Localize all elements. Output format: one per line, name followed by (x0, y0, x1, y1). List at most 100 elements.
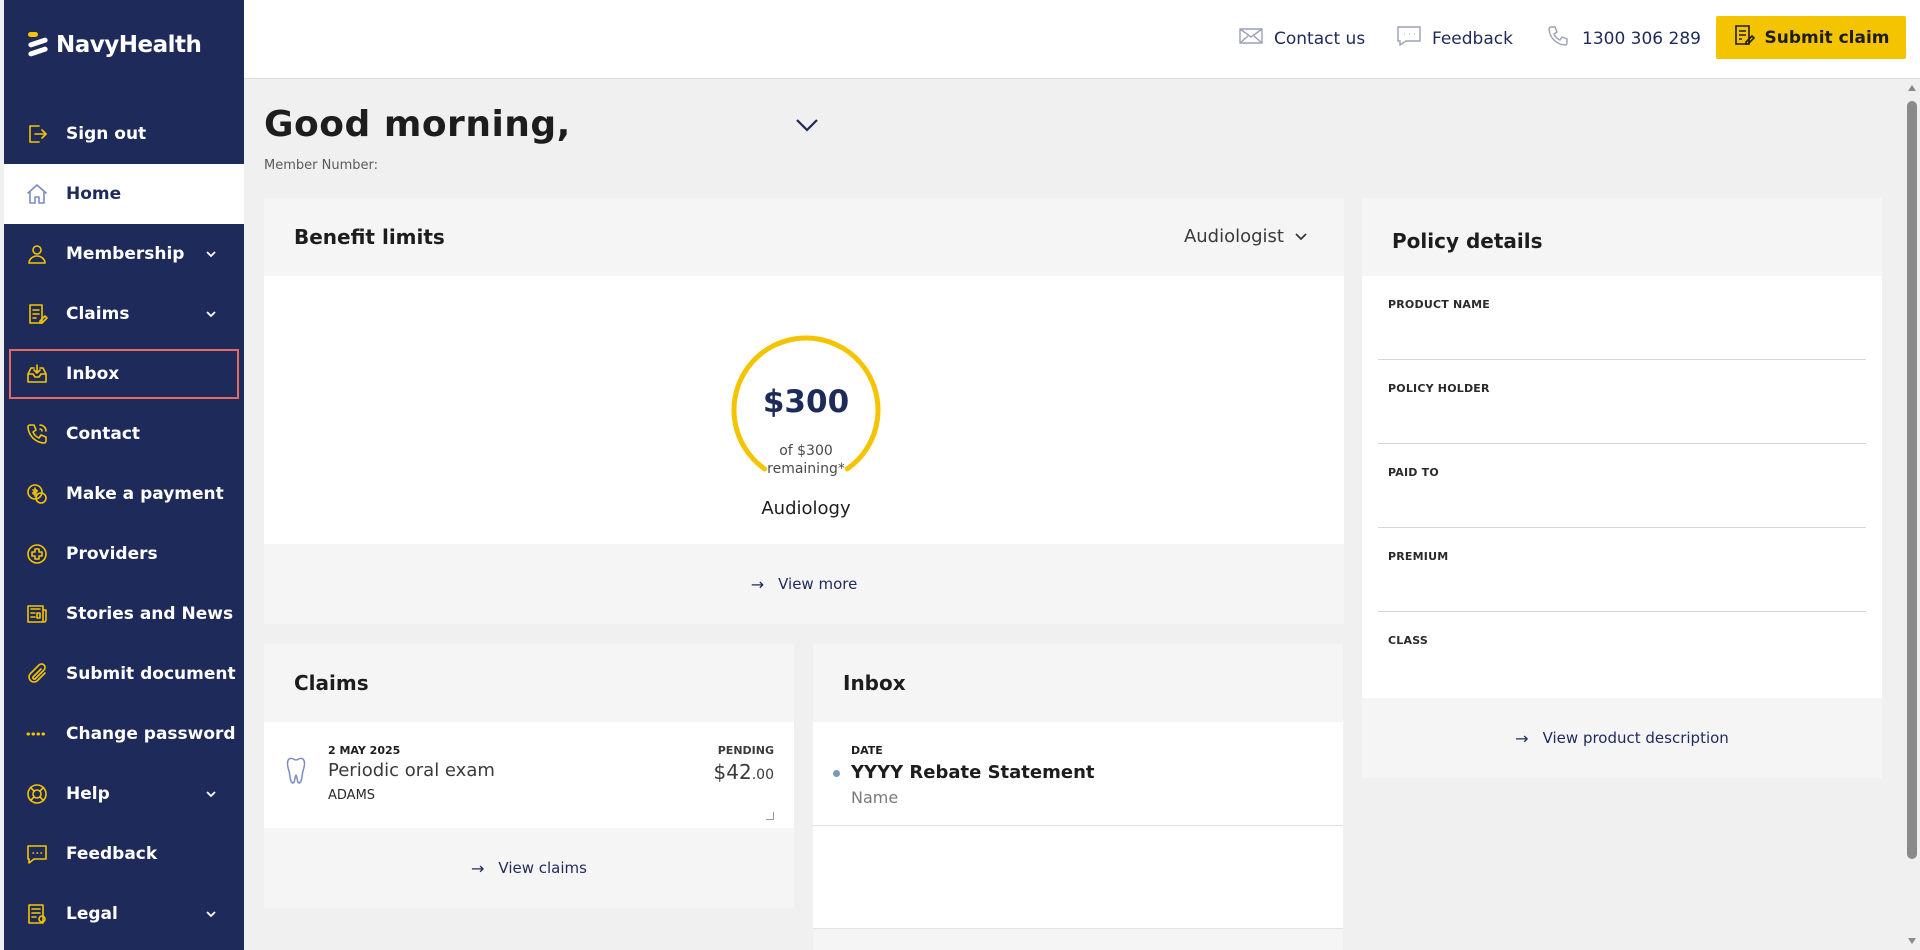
member-number-label: Member Number: (264, 158, 378, 173)
sidebar-item-home[interactable]: Home (4, 164, 244, 224)
password-dots-icon (24, 721, 50, 747)
inbox-header: Inbox (813, 644, 1343, 722)
inbox-icon (24, 361, 50, 387)
chevron-down-icon[interactable] (204, 786, 218, 800)
phone-icon (1546, 24, 1572, 53)
sidebar-item-sign-out[interactable]: Sign out (4, 104, 244, 164)
policy-field-label: PRODUCT NAME (1388, 298, 1490, 311)
inbox-card: Inbox DATE YYYY Rebate Statement Name (813, 644, 1343, 950)
contact-us-link[interactable]: Contact us (1238, 24, 1365, 53)
navyhealth-logo[interactable]: NavyHealth (27, 30, 202, 60)
sidebar-item-stories-and-news[interactable]: Stories and News (4, 584, 244, 644)
sidebar-item-legal[interactable]: Legal (4, 884, 244, 944)
sidebar-item-change-password[interactable]: Change password (4, 704, 244, 764)
view-product-description-label: View product description (1542, 729, 1729, 747)
scroll-down-arrow-icon[interactable] (1908, 938, 1916, 944)
phone-link[interactable]: 1300 306 289 (1546, 24, 1701, 53)
page-scrollbar[interactable] (1904, 79, 1920, 950)
benefit-remaining-line: remaining* (767, 461, 845, 477)
sidebar-item-submit-document[interactable]: Submit document (4, 644, 244, 704)
claim-status-badge: PENDING (717, 744, 774, 757)
chat-icon (1396, 24, 1422, 53)
inbox-date-label: DATE (851, 744, 883, 757)
scroll-thumb[interactable] (1907, 101, 1917, 859)
sidebar-item-inbox[interactable]: Inbox (4, 344, 244, 404)
home-icon (24, 181, 50, 207)
policy-field-class: CLASS (1378, 612, 1866, 696)
sidebar-item-label: Feedback (66, 844, 158, 864)
submit-claim-icon (1732, 23, 1756, 52)
phone-icon (24, 421, 50, 447)
benefit-category-value: Audiologist (1183, 226, 1284, 247)
chat-icon (24, 841, 50, 867)
sidebar-item-claims[interactable]: Claims (4, 284, 244, 344)
sidebar-item-feedback[interactable]: Feedback (4, 824, 244, 884)
sidebar-item-providers[interactable]: Providers (4, 524, 244, 584)
benefit-category-label: Audiology (761, 498, 851, 519)
sidebar-item-label: Legal (66, 904, 118, 924)
view-more-label: View more (778, 575, 858, 593)
claim-amount-main: $42 (713, 760, 752, 784)
policy-field-paid-to: PAID TO (1378, 444, 1866, 528)
chevron-down-icon (1294, 226, 1308, 247)
policy-field-product-name: PRODUCT NAME (1378, 276, 1866, 360)
sidebar-item-label: Home (66, 184, 122, 204)
chevron-down-icon[interactable] (204, 246, 218, 260)
view-product-description-link[interactable]: → View product description (1362, 698, 1882, 778)
policy-field-label: POLICY HOLDER (1388, 382, 1490, 395)
sidebar-item-label: Sign out (66, 124, 147, 144)
sidebar-item-label: Make a payment (66, 484, 224, 504)
claims-card: Claims 2 MAY 2025 Periodic oral exam ADA… (264, 644, 794, 908)
inbox-title: Inbox (843, 671, 906, 695)
payment-icon (24, 481, 50, 507)
claim-amount-cents: .00 (751, 767, 774, 783)
submit-claim-label: Submit claim (1764, 27, 1890, 48)
sidebar-item-help[interactable]: Help (4, 764, 244, 824)
news-icon (24, 601, 50, 627)
chevron-down-icon[interactable] (204, 306, 218, 320)
inbox-message-sender: Name (851, 788, 899, 807)
claim-row[interactable]: 2 MAY 2025 Periodic oral exam ADAMS PEND… (264, 722, 794, 826)
benefit-limits-title: Benefit limits (294, 225, 445, 249)
sidebar-item-label: Change password (66, 724, 236, 744)
sign-out-icon (24, 121, 50, 147)
logo-mark-icon (27, 30, 50, 60)
policy-field-label: PAID TO (1388, 466, 1439, 479)
user-icon (24, 241, 50, 267)
top-header: Contact us Feedback 1300 306 289 Submit … (244, 0, 1920, 79)
sidebar-nav: Sign out Home Membership Claims Inbox Co… (4, 104, 244, 944)
claim-date: 2 MAY 2025 (328, 744, 401, 757)
feedback-link[interactable]: Feedback (1396, 24, 1513, 53)
chevron-down-icon[interactable] (204, 906, 218, 920)
greeting-title: Good morning, (264, 104, 571, 145)
sidebar-item-label: Claims (66, 304, 130, 324)
scroll-up-arrow-icon[interactable] (1908, 85, 1916, 91)
benefit-remaining-text: of $300 remaining* (726, 442, 886, 478)
view-claims-link[interactable]: → View claims (264, 828, 794, 908)
inbox-message-title: YYYY Rebate Statement (851, 762, 1095, 783)
inbox-message-row[interactable]: DATE YYYY Rebate Statement Name (813, 722, 1343, 826)
submit-claim-button[interactable]: Submit claim (1716, 16, 1906, 59)
mail-icon (1238, 24, 1264, 53)
benefit-category-select[interactable]: Audiologist (1184, 226, 1308, 247)
sidebar-item-label: Providers (66, 544, 158, 564)
claim-title: Periodic oral exam (328, 760, 495, 781)
arrow-right-icon: → (471, 858, 485, 878)
sidebar-item-contact[interactable]: Contact (4, 404, 244, 464)
policy-field-premium: PREMIUM (1378, 528, 1866, 612)
view-more-link[interactable]: → View more (264, 544, 1344, 624)
policy-field-policy-holder: POLICY HOLDER (1378, 360, 1866, 444)
arrow-right-icon: → (1515, 728, 1529, 748)
benefit-limits-card: Benefit limits Audiologist $300 of $300 … (264, 198, 1344, 624)
claims-title: Claims (294, 671, 369, 695)
plus-circle-icon (24, 541, 50, 567)
greeting-chevron-down-icon[interactable] (794, 116, 820, 134)
sidebar: NavyHealth Sign out Home Membership Clai… (4, 0, 244, 950)
sidebar-item-make-a-payment[interactable]: Make a payment (4, 464, 244, 524)
sidebar-item-label: Membership (66, 244, 185, 264)
claim-amount: $42.00 (714, 760, 774, 784)
benefit-limits-header: Benefit limits Audiologist (264, 198, 1344, 276)
sidebar-item-label: Contact (66, 424, 141, 444)
sidebar-item-membership[interactable]: Membership (4, 224, 244, 284)
benefit-amount: $300 (762, 384, 850, 420)
